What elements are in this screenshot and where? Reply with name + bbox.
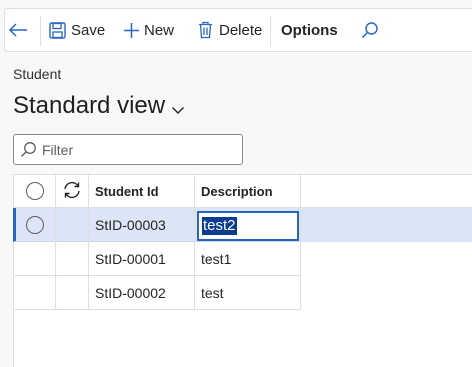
description-cell[interactable]: test <box>195 276 301 310</box>
column-header-student-id[interactable]: Student Id <box>89 175 195 207</box>
row-select-radio[interactable] <box>25 215 44 234</box>
table-row[interactable]: StID-00002 test <box>14 276 472 310</box>
description-edit-field[interactable]: test2 <box>197 211 299 241</box>
form-caption: Student <box>13 66 62 82</box>
student-id-cell[interactable]: StID-00001 <box>89 242 195 276</box>
row-blank-cell <box>56 208 89 242</box>
chevron-down-icon <box>171 94 185 122</box>
row-select-cell[interactable] <box>14 276 56 310</box>
description-edit-value: test2 <box>202 217 237 235</box>
filter-box <box>13 134 243 165</box>
row-select-cell[interactable] <box>14 208 56 242</box>
view-name: Standard view <box>13 92 166 119</box>
save-icon <box>49 21 66 39</box>
save-button[interactable]: Save <box>49 9 105 51</box>
save-label: Save <box>71 21 106 39</box>
view-selector[interactable]: Standard view <box>13 90 185 122</box>
description-cell[interactable]: test1 <box>195 242 301 276</box>
separator <box>40 16 41 46</box>
search-button[interactable] <box>361 9 385 51</box>
options-tab[interactable]: Options <box>281 9 338 51</box>
delete-button[interactable]: Delete <box>198 9 262 51</box>
select-all-cell[interactable] <box>14 175 56 207</box>
search-icon <box>361 21 379 39</box>
separator <box>270 16 271 46</box>
back-arrow-icon <box>7 22 29 38</box>
student-grid: Student Id Description StID-00003 test2 … <box>13 174 472 367</box>
delete-label: Delete <box>219 21 263 39</box>
new-button[interactable]: New <box>123 9 174 51</box>
grid-header: Student Id Description <box>14 175 472 208</box>
row-blank-cell <box>56 242 89 276</box>
student-id-cell[interactable]: StID-00003 <box>89 208 195 242</box>
plus-icon <box>123 22 140 39</box>
student-id-cell[interactable]: StID-00002 <box>89 276 195 310</box>
back-button[interactable] <box>7 9 35 51</box>
trash-icon <box>198 21 213 39</box>
filter-input[interactable] <box>40 141 232 158</box>
refresh-cell[interactable] <box>56 175 89 207</box>
table-row[interactable]: StID-00003 test2 <box>13 208 472 242</box>
options-label: Options <box>281 21 338 39</box>
column-header-description[interactable]: Description <box>195 175 301 207</box>
refresh-icon[interactable] <box>62 181 82 202</box>
table-row[interactable]: StID-00001 test1 <box>14 242 472 276</box>
row-select-cell[interactable] <box>14 242 56 276</box>
action-pane: Save New Delete Options <box>4 8 472 52</box>
row-blank-cell <box>56 276 89 310</box>
search-icon <box>20 141 40 158</box>
new-label: New <box>144 21 175 39</box>
select-all-radio[interactable] <box>25 182 44 200</box>
